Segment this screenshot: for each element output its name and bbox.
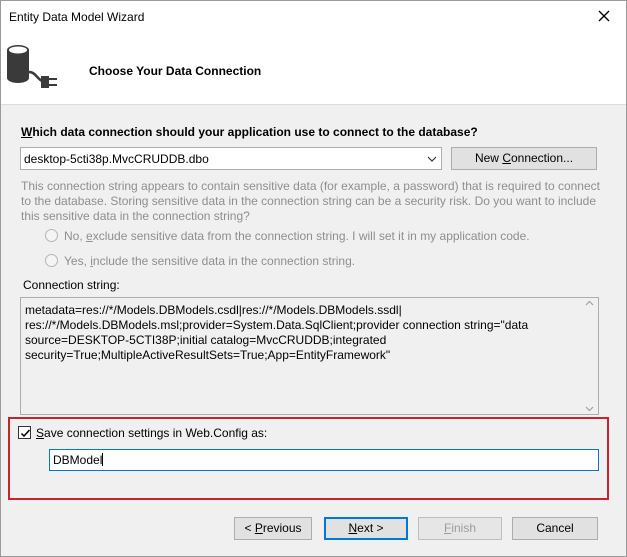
chevron-down-icon[interactable] [425, 153, 439, 165]
finish-button[interactable]: Finish [418, 517, 502, 540]
wizard-window: Entity Data Model Wizard Choose Your Dat… [0, 0, 627, 557]
previous-button[interactable]: < Previous [234, 517, 312, 540]
scroll-down-icon[interactable] [585, 406, 594, 412]
save-settings-checkbox-row[interactable]: Save connection settings in Web.Config a… [18, 426, 267, 440]
connection-dropdown[interactable]: desktop-5cti38p.MvcCRUDDB.dbo [20, 147, 442, 170]
cancel-button[interactable]: Cancel [512, 517, 598, 540]
checkmark-icon [20, 429, 31, 438]
sensitive-data-note: This connection string appears to contai… [21, 179, 600, 223]
radio-button[interactable] [45, 229, 58, 242]
radio-button[interactable] [45, 254, 58, 267]
page-title: Choose Your Data Connection [89, 64, 262, 78]
radio-include-sensitive[interactable]: Yes, include the sensitive data in the c… [45, 254, 355, 268]
scroll-up-icon[interactable] [585, 300, 594, 306]
vertical-scrollbar[interactable] [581, 298, 598, 414]
new-connection-button[interactable]: New Connection... [451, 147, 597, 170]
window-title: Entity Data Model Wizard [9, 10, 145, 24]
database-plug-icon [7, 45, 57, 88]
wizard-header: Choose Your Data Connection [1, 32, 626, 105]
next-button[interactable]: Next > [324, 517, 408, 540]
connection-string-value: metadata=res://*/Models.DBModels.csdl|re… [25, 303, 529, 362]
connection-question-label: Which data connection should your applic… [21, 125, 478, 139]
save-settings-checkbox[interactable] [18, 426, 31, 439]
radio-exclude-sensitive[interactable]: No, exclude sensitive data from the conn… [45, 229, 530, 243]
connection-string-textbox[interactable]: metadata=res://*/Models.DBModels.csdl|re… [20, 297, 599, 415]
model-name-input[interactable]: DBModel [49, 449, 599, 471]
text-caret [102, 453, 104, 466]
close-icon[interactable] [594, 6, 614, 26]
connection-dropdown-value: desktop-5cti38p.MvcCRUDDB.dbo [24, 152, 209, 166]
connection-string-label: Connection string: [23, 278, 120, 292]
title-bar[interactable]: Entity Data Model Wizard [1, 1, 626, 32]
